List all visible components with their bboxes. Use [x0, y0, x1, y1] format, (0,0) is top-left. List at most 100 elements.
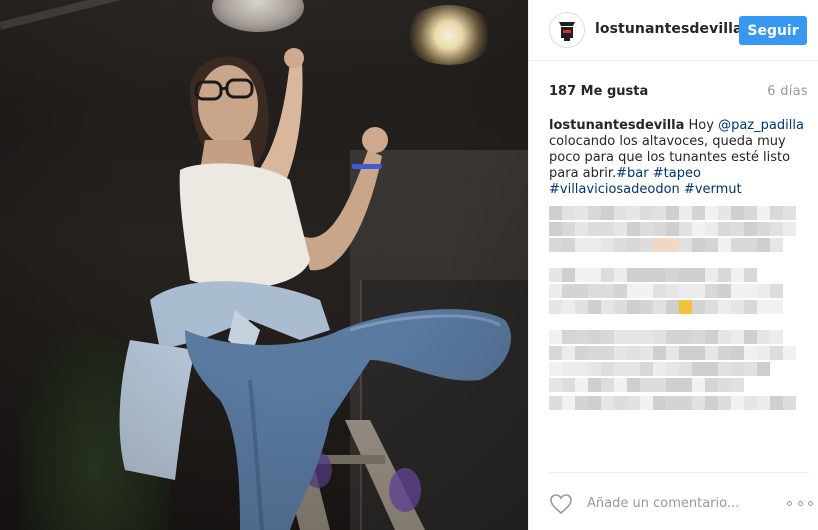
pixelated-row: [549, 300, 789, 314]
pixel-block: [627, 300, 640, 314]
pixel-block: [718, 346, 731, 360]
pixel-block: [601, 268, 614, 282]
pixel-block: [666, 284, 679, 298]
pixel-block: [731, 362, 744, 376]
pixel-block: [653, 222, 666, 236]
caption-username[interactable]: lostunantesdevilla: [549, 118, 684, 133]
pixel-block: [731, 378, 744, 392]
pixel-block: [653, 300, 666, 314]
pixel-block: [770, 238, 783, 252]
pixel-block: [731, 396, 744, 410]
pixel-block: [614, 330, 627, 344]
pixel-block: [692, 206, 705, 220]
pixel-block: [640, 222, 653, 236]
pixel-block: [627, 330, 640, 344]
pixel-block: [731, 268, 744, 282]
more-options-icon[interactable]: [787, 493, 813, 513]
pixel-block: [757, 300, 770, 314]
pixelated-row: [549, 362, 781, 376]
pixel-block: [640, 362, 653, 376]
pixel-block: [575, 222, 588, 236]
author-username[interactable]: lostunantesdevilla: [595, 21, 743, 37]
post-side-panel: lostunantesdevilla Seguir 187 Me gusta 6…: [528, 0, 818, 530]
pixel-block: [679, 346, 692, 360]
pixel-block: [692, 362, 705, 376]
pixel-block: [588, 346, 601, 360]
pixel-block: [718, 362, 731, 376]
pixel-block: [549, 300, 562, 314]
pixel-block: [757, 330, 770, 344]
pixelated-row: [549, 284, 795, 298]
pixel-block: [614, 284, 627, 298]
pixel-block: [783, 396, 796, 410]
pixel-block: [640, 346, 653, 360]
pixel-block: [627, 284, 640, 298]
pixel-block: [601, 362, 614, 376]
pixel-block: [575, 378, 588, 392]
hashtag-link[interactable]: #bar: [616, 166, 648, 181]
post-caption: lostunantesdevilla Hoy @paz_padilla colo…: [549, 118, 811, 198]
pixel-block: [731, 330, 744, 344]
pixel-block: [601, 346, 614, 360]
pixel-block: [640, 300, 653, 314]
pixel-block: [640, 396, 653, 410]
pixel-block: [588, 206, 601, 220]
pixel-block: [718, 284, 731, 298]
pixel-block: [744, 346, 757, 360]
post-photo[interactable]: [0, 0, 528, 530]
pixel-block: [783, 222, 796, 236]
pixel-block: [666, 222, 679, 236]
pixel-block: [757, 284, 770, 298]
pixel-block: [627, 268, 640, 282]
pixel-block: [705, 222, 718, 236]
hashtag-link[interactable]: #vermut: [684, 182, 742, 197]
pixel-block: [614, 346, 627, 360]
pixel-block: [562, 268, 575, 282]
pixel-block: [705, 206, 718, 220]
pixel-block: [731, 300, 744, 314]
hashtag-link[interactable]: #tapeo: [653, 166, 701, 181]
pixel-block: [705, 362, 718, 376]
pixel-block: [575, 300, 588, 314]
pixel-block: [757, 222, 770, 236]
pixel-block: [588, 396, 601, 410]
comment-input[interactable]: [587, 491, 777, 515]
shop-logo-icon[interactable]: [549, 12, 585, 48]
pixel-block: [757, 238, 770, 252]
heart-outline-icon[interactable]: [549, 493, 573, 515]
pixel-block: [614, 238, 627, 252]
pixel-block: [692, 330, 705, 344]
caption-mention[interactable]: @paz_padilla: [718, 118, 804, 133]
follow-button[interactable]: Seguir: [739, 16, 807, 45]
instagram-post: lostunantesdevilla Seguir 187 Me gusta 6…: [0, 0, 818, 530]
pixel-block: [575, 206, 588, 220]
post-timestamp[interactable]: 6 días: [767, 84, 808, 99]
pixel-block: [770, 330, 783, 344]
pixel-block: [549, 330, 562, 344]
pixel-block: [770, 284, 783, 298]
pixelated-row: [549, 396, 799, 410]
pixel-block: [705, 238, 718, 252]
pixel-block: [614, 362, 627, 376]
pixelated-row: [549, 238, 783, 252]
pixel-block: [601, 206, 614, 220]
likes-count[interactable]: 187 Me gusta: [549, 84, 648, 99]
pixel-block: [744, 206, 757, 220]
pixel-block: [640, 330, 653, 344]
pixel-block: [549, 206, 562, 220]
pixel-block: [770, 396, 783, 410]
pixel-block: [575, 284, 588, 298]
pixel-block: [718, 396, 731, 410]
hashtag-link[interactable]: #villaviciosadeodon: [549, 182, 680, 197]
pixel-block: [679, 378, 692, 392]
pixel-block: [666, 362, 679, 376]
pixel-block: [549, 396, 562, 410]
pixel-block: [562, 396, 575, 410]
pixel-block: [744, 284, 757, 298]
pixel-block: [718, 378, 731, 392]
more-dot: [787, 500, 792, 506]
pixel-block: [601, 222, 614, 236]
pixel-block: [731, 346, 744, 360]
pixel-block: [692, 300, 705, 314]
pixel-block: [588, 330, 601, 344]
